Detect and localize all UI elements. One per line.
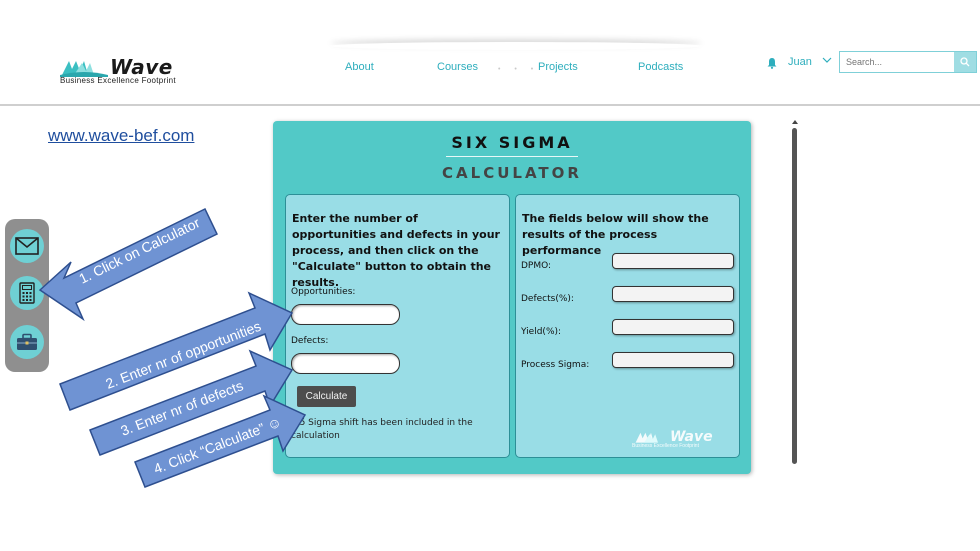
nav-courses[interactable]: Courses xyxy=(437,61,478,73)
wave-logo-icon xyxy=(635,432,658,443)
calculator-watermark-logo: Wave Business Excellence Footprint xyxy=(632,429,732,453)
defects-label: Defects: xyxy=(291,336,329,346)
nav-about[interactable]: About xyxy=(345,61,374,73)
dpmo-output xyxy=(612,253,734,269)
opportunities-field-wrap xyxy=(291,304,400,325)
defects-field-wrap xyxy=(291,353,400,374)
yield-output xyxy=(612,319,734,335)
annotation-arrow-3: 3. Enter nr of defects xyxy=(89,349,294,456)
user-name[interactable]: Juan xyxy=(788,56,812,68)
logo-tagline: Business Excellence Footprint xyxy=(60,76,176,85)
website-link[interactable]: www.wave-bef.com xyxy=(48,126,194,146)
chevron-down-icon[interactable] xyxy=(822,55,832,65)
search-box xyxy=(839,51,977,73)
opportunities-label: Opportunities: xyxy=(291,287,356,297)
annotation-step-4: 4. Click “Calculate” ☺ xyxy=(151,413,283,477)
results-description: The fields below will show the results o… xyxy=(522,212,709,257)
dpmo-label: DPMO: xyxy=(521,261,552,271)
defects-percent-label: Defects(%): xyxy=(521,294,574,304)
process-sigma-label: Process Sigma: xyxy=(521,360,590,370)
process-sigma-output xyxy=(612,352,734,368)
annotation-step-3: 3. Enter nr of defects xyxy=(118,377,245,439)
sidebar-briefcase-button[interactable] xyxy=(10,325,44,359)
calculator-title: SIX SIGMA xyxy=(451,133,573,152)
mail-icon xyxy=(15,237,39,255)
wave-logo-icon xyxy=(60,61,108,77)
calculator-icon xyxy=(19,282,35,304)
watermark-tagline: Business Excellence Footprint xyxy=(632,443,699,449)
site-header: Wave Business Excellence Footprint About… xyxy=(0,0,980,106)
calculator-subtitle: CALCULATOR xyxy=(442,164,582,182)
six-sigma-calculator: SIX SIGMA CALCULATOR Enter the number of… xyxy=(273,121,751,474)
briefcase-icon xyxy=(17,333,37,350)
floating-sidebar xyxy=(5,219,49,372)
results-panel: The fields below will show the results o… xyxy=(515,194,740,458)
site-logo[interactable]: Wave Business Excellence Footprint xyxy=(58,55,188,87)
sidebar-mail-button[interactable] xyxy=(10,229,44,263)
search-icon xyxy=(960,57,970,67)
annotation-step-2: 2. Enter nr of opportunities xyxy=(103,318,263,392)
sidebar-calculator-button[interactable] xyxy=(10,276,44,310)
calculate-button[interactable]: Calculate xyxy=(297,386,356,407)
nav-more-dots: • • • xyxy=(498,66,540,73)
nav-projects[interactable]: Projects xyxy=(538,61,578,73)
annotation-step-1: 1. Click on Calculator xyxy=(76,214,202,287)
search-button[interactable] xyxy=(954,52,976,72)
title-divider xyxy=(446,156,578,157)
nav-podcasts[interactable]: Podcasts xyxy=(638,61,683,73)
input-panel: Enter the number of opportunities and de… xyxy=(285,194,510,458)
yield-label: Yield(%): xyxy=(521,327,562,337)
nav-decoration xyxy=(330,42,702,50)
notification-bell-icon[interactable] xyxy=(766,57,778,69)
annotation-arrow-1: 1. Click on Calculator xyxy=(38,207,218,322)
search-input[interactable] xyxy=(840,52,955,72)
vertical-scrollbar[interactable] xyxy=(792,128,797,464)
opportunities-input[interactable] xyxy=(292,305,399,324)
annotation-arrow-2: 2. Enter nr of opportunities xyxy=(59,291,294,411)
defects-percent-output xyxy=(612,286,734,302)
defects-input[interactable] xyxy=(292,354,399,373)
scroll-up-arrow-icon[interactable] xyxy=(791,118,799,126)
sigma-shift-note: 1.5 Sigma shift has been included in the… xyxy=(291,418,473,441)
input-instructions: Enter the number of opportunities and de… xyxy=(292,212,500,289)
page: Wave Business Excellence Footprint About… xyxy=(0,0,980,551)
